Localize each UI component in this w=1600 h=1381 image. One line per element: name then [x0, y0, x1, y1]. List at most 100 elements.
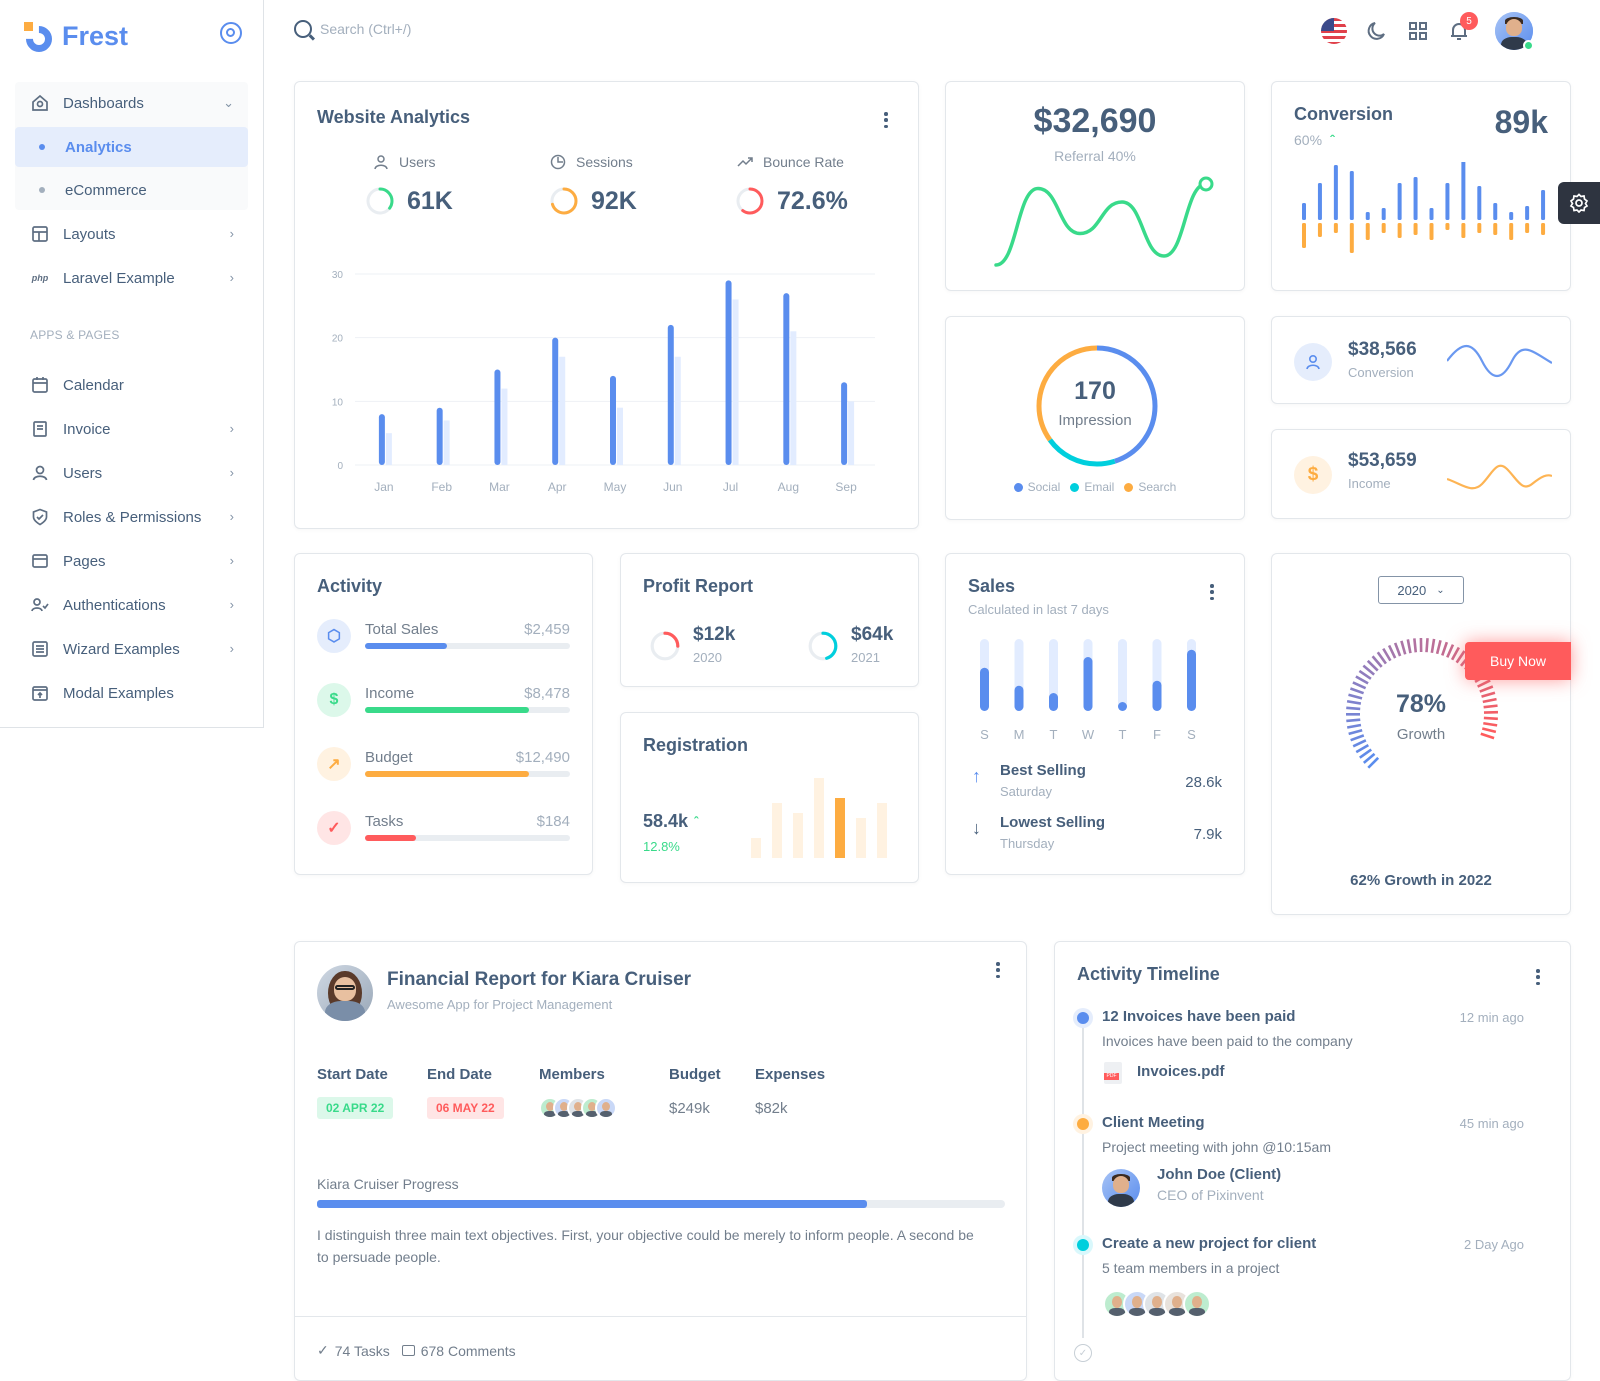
user-check-icon: [31, 596, 49, 614]
bar-primary: [494, 370, 500, 466]
timeline-item-desc: 5 team members in a project: [1102, 1260, 1279, 1276]
day-label: W: [1082, 727, 1095, 742]
sales-subtitle: Calculated in last 7 days: [968, 602, 1109, 617]
sidebar-item-layouts[interactable]: Layouts ›: [15, 214, 248, 254]
bell-icon[interactable]: 5: [1444, 16, 1474, 46]
users-ring: [365, 186, 395, 216]
sidebar-item-modal[interactable]: Modal Examples: [15, 673, 248, 713]
bar-primary: [379, 414, 385, 465]
conversion-bar-down: [1430, 223, 1434, 240]
conversion-mini-card: $38,566 Conversion: [1271, 316, 1571, 404]
sales-bar-chart: SMTWTFS: [968, 634, 1218, 744]
sidebar-item-invoice[interactable]: Invoice ›: [15, 409, 248, 449]
team-avatar-group[interactable]: [1103, 1290, 1223, 1318]
timeline-item-time: 2 Day Ago: [1464, 1237, 1524, 1252]
sidebar-item-pages[interactable]: Pages ›: [15, 541, 248, 581]
bar-primary: [668, 325, 674, 465]
gauge-tick: [1432, 639, 1434, 653]
sales-bar: [980, 668, 989, 711]
registration-bar: [814, 778, 824, 858]
sidebar-item-authentications[interactable]: Authentications ›: [15, 585, 248, 625]
gauge-tick: [1389, 645, 1395, 658]
activity-value: $8,478: [524, 685, 570, 702]
dollar-icon: $: [1294, 456, 1332, 494]
impression-card: 170 Impression Social Email Search: [945, 316, 1245, 520]
registration-card: Registration 58.4k ˆ 12.8%: [620, 712, 919, 883]
conversion-value: 89k: [1495, 104, 1548, 141]
registration-bar: [793, 813, 803, 858]
conversion-bar-up: [1366, 212, 1370, 220]
end-date-chip: 06 MAY 22: [427, 1097, 504, 1119]
progress-fill: [365, 835, 416, 841]
stat-sessions: 92K: [549, 186, 637, 216]
sidebar: Frest Dashboards ⌄ Analytics eCommerce L…: [0, 0, 264, 728]
sidebar-item-roles[interactable]: Roles & Permissions ›: [15, 497, 248, 537]
timeline-dot: [1077, 1118, 1089, 1130]
sidebar-item-analytics[interactable]: Analytics: [15, 127, 248, 167]
sidebar-item-ecommerce[interactable]: eCommerce: [15, 170, 248, 210]
registration-bar: [856, 818, 866, 858]
more-vertical-icon[interactable]: [996, 962, 1000, 978]
sidebar-item-calendar[interactable]: Calendar: [15, 365, 248, 405]
customizer-settings-button[interactable]: [1558, 182, 1600, 224]
more-vertical-icon[interactable]: [1536, 969, 1540, 985]
chevron-right-icon: ›: [230, 597, 234, 612]
year-dropdown[interactable]: 2020 ⌄: [1378, 576, 1464, 604]
user-icon: [1294, 343, 1332, 381]
bar-primary: [437, 408, 443, 465]
financial-title: Financial Report for Kiara Cruiser: [387, 969, 691, 991]
invoice-file-link[interactable]: Invoices.pdf: [1137, 1063, 1225, 1080]
timeline-item-desc: Project meeting with john @10:15am: [1102, 1139, 1331, 1155]
list-box-icon: [31, 640, 49, 658]
impression-label: Impression: [946, 412, 1244, 429]
member-avatar[interactable]: [595, 1097, 617, 1119]
conversion-card: Conversion 89k 60% ˆ: [1271, 81, 1571, 291]
conversion-bar-up: [1334, 165, 1338, 220]
start-date-chip: 02 APR 22: [317, 1097, 393, 1119]
sidebar-item-label: Authentications: [63, 597, 166, 614]
sales-card: Sales Calculated in last 7 days SMTWTFS …: [945, 553, 1245, 875]
sidebar-item-laravel[interactable]: php Laravel Example ›: [15, 258, 248, 298]
brand[interactable]: Frest: [24, 16, 128, 56]
more-vertical-icon[interactable]: [884, 112, 888, 128]
more-vertical-icon[interactable]: [1210, 584, 1214, 600]
gauge-tick: [1427, 638, 1428, 652]
buy-now-button[interactable]: Buy Now: [1465, 642, 1571, 680]
gauge-tick: [1356, 745, 1368, 752]
member-avatar[interactable]: [1183, 1290, 1211, 1318]
sidebar-item-wizard[interactable]: Wizard Examples ›: [15, 629, 248, 669]
y-tick-label: 0: [337, 461, 343, 472]
sidebar-item-dashboards[interactable]: Dashboards ⌄: [15, 83, 248, 123]
divider: [295, 1316, 1026, 1317]
conversion-bar-up: [1414, 177, 1418, 220]
activity-label: Budget: [365, 749, 413, 766]
bar-secondary: [733, 299, 739, 465]
bar-secondary: [617, 408, 623, 465]
sidebar-item-users[interactable]: Users ›: [15, 453, 248, 493]
progress-fill: [365, 707, 529, 713]
sidebar-toggle-icon[interactable]: [220, 22, 242, 44]
activity-progress: [365, 643, 570, 649]
gauge-tick: [1401, 641, 1405, 654]
lowest-selling-value: 7.9k: [1194, 826, 1222, 843]
sales-bar: [1187, 650, 1196, 711]
php-icon: php: [31, 269, 49, 287]
us-flag-icon[interactable]: [1319, 16, 1349, 46]
bar-secondary: [675, 357, 681, 465]
header-end-date: End Date: [427, 1066, 492, 1083]
user-avatar[interactable]: [1495, 12, 1533, 50]
members-avatar-group[interactable]: [539, 1097, 639, 1121]
grid-icon[interactable]: [1403, 16, 1433, 46]
check-icon: ✓: [317, 811, 351, 845]
window-icon: [31, 552, 49, 570]
expenses-value: $82k: [755, 1100, 788, 1117]
moon-icon[interactable]: [1362, 16, 1392, 46]
chevron-right-icon: ›: [230, 509, 234, 524]
search-input[interactable]: Search (Ctrl+/): [294, 20, 411, 38]
legend-email: Email: [1070, 480, 1114, 494]
bar-secondary: [444, 420, 450, 465]
header-budget: Budget: [669, 1066, 721, 1083]
bar-secondary: [386, 433, 392, 465]
conversion-bar-up: [1445, 183, 1449, 220]
best-selling-day: Saturday: [1000, 784, 1052, 799]
